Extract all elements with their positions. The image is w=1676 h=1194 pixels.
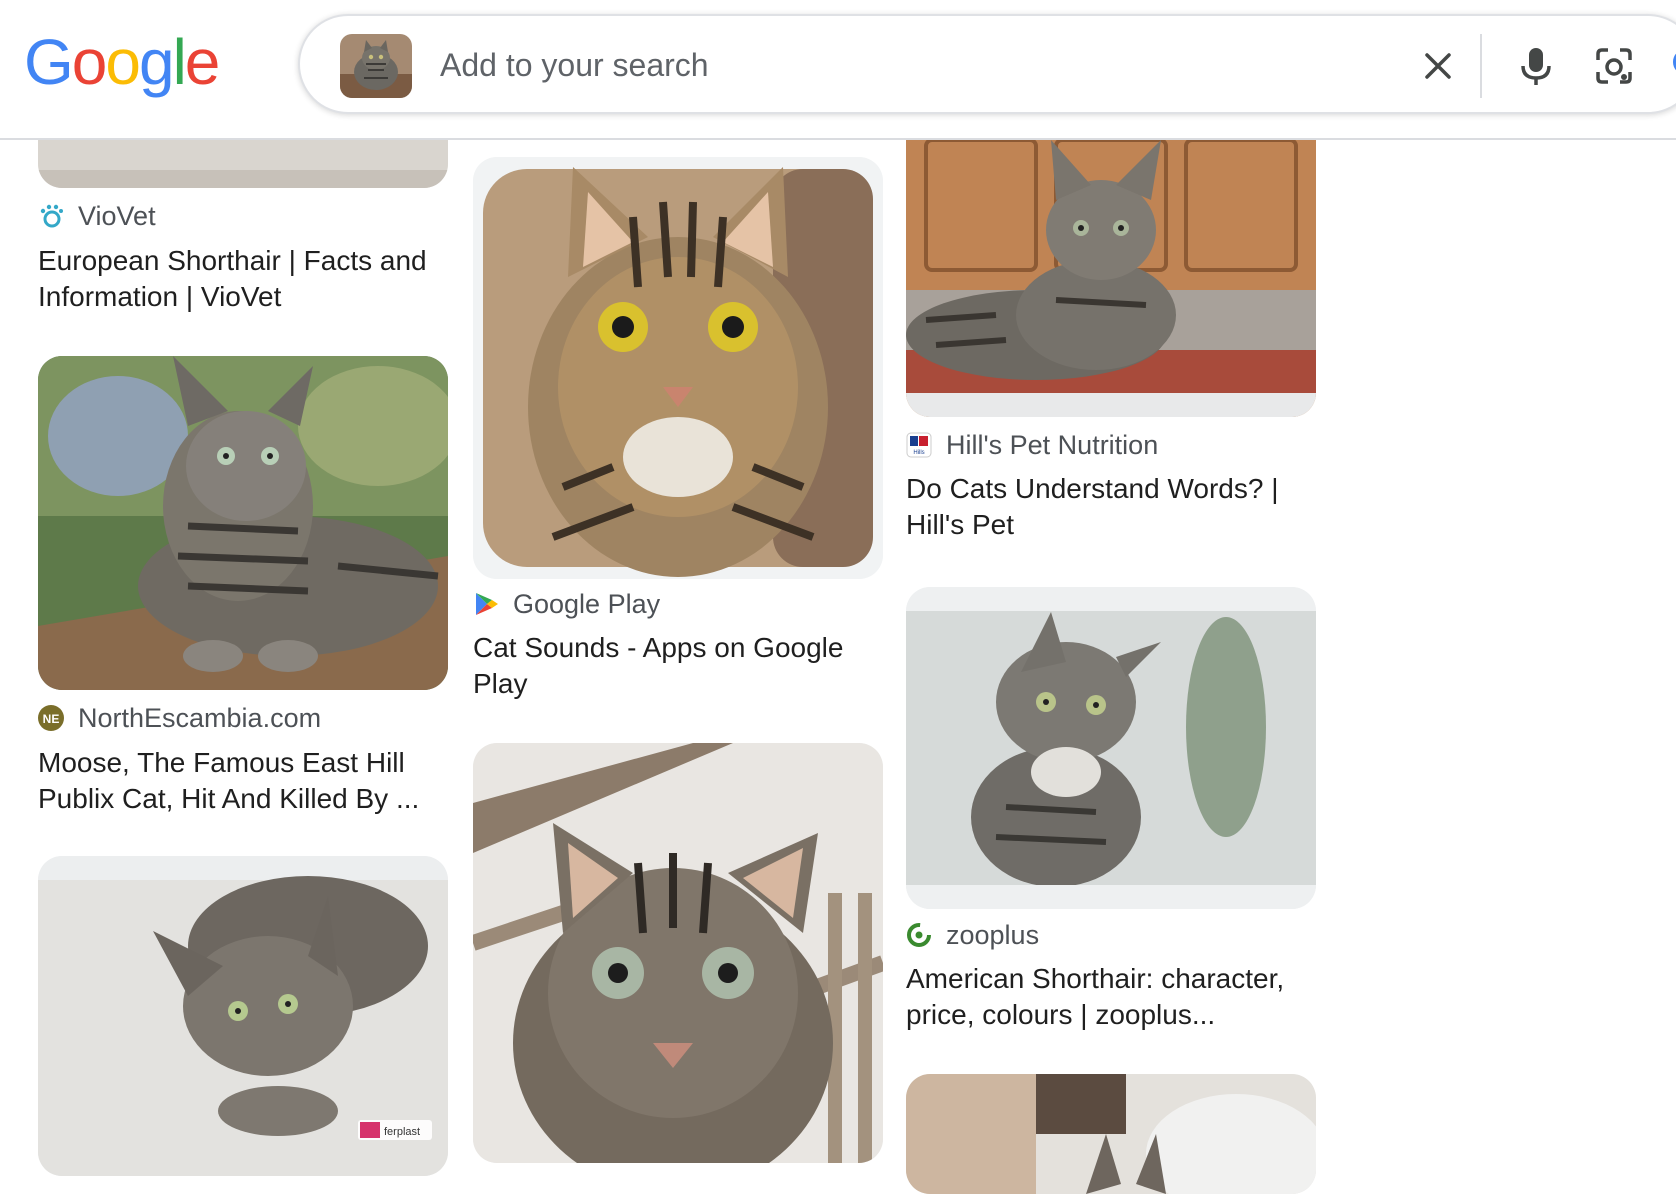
result-source-name: VioVet	[78, 200, 156, 231]
result-source[interactable]: NE NorthEscambia.com	[38, 700, 321, 736]
voice-search-button[interactable]	[1508, 38, 1564, 94]
result-source[interactable]: VioVet	[38, 198, 156, 234]
zooplus-icon	[907, 923, 931, 947]
microphone-icon	[1521, 48, 1551, 85]
result-source-name: zooplus	[946, 919, 1040, 950]
logo-letter: G	[24, 26, 74, 98]
search-submit-button[interactable]	[1662, 38, 1676, 94]
search-icon	[1673, 53, 1676, 71]
result-image[interactable]	[473, 157, 883, 579]
logo-letter: e	[184, 26, 221, 98]
google-logo[interactable]: Google	[24, 26, 221, 98]
result-image[interactable]	[473, 743, 883, 1163]
result-image[interactable]	[906, 587, 1316, 909]
result-source[interactable]: Hills Hill's Pet Nutrition	[906, 427, 1158, 463]
svg-text:NE: NE	[43, 712, 60, 726]
result-title[interactable]: Do Cats Understand Words? | Hill's Pet	[906, 471, 1316, 543]
search-by-image-button[interactable]	[1586, 38, 1642, 94]
logo-letter: l	[172, 26, 187, 98]
result-title[interactable]: European Shorthair | Facts and Informati…	[38, 243, 448, 315]
result-image[interactable]	[906, 1074, 1316, 1194]
search-header: Google	[0, 0, 1676, 140]
northescambia-ne-icon: NE	[38, 705, 64, 731]
search-box-divider	[1480, 34, 1482, 98]
result-title[interactable]: Moose, The Famous East Hill Publix Cat, …	[38, 745, 448, 817]
clear-search-button[interactable]	[1410, 38, 1466, 94]
result-image[interactable]	[38, 356, 448, 690]
result-title[interactable]: American Shorthair: character, price, co…	[906, 961, 1316, 1033]
result-source-name: Google Play	[513, 588, 661, 619]
result-image[interactable]	[906, 100, 1316, 417]
result-source-name: NorthEscambia.com	[78, 702, 322, 733]
google-play-icon	[476, 593, 498, 615]
result-source[interactable]: zooplus	[906, 917, 1039, 953]
result-source-name: Hill's Pet Nutrition	[946, 429, 1159, 460]
viovet-paw-icon	[40, 204, 63, 228]
query-image-thumbnail[interactable]	[340, 34, 412, 98]
result-source[interactable]: Google Play	[473, 586, 660, 622]
logo-letter: o	[105, 26, 141, 98]
hills-logo-icon: Hills	[906, 432, 932, 458]
close-icon	[1425, 53, 1451, 79]
svg-text:Hills: Hills	[913, 450, 924, 456]
camera-lens-icon	[1596, 48, 1632, 84]
search-input[interactable]	[438, 42, 1142, 88]
logo-letter: g	[138, 26, 175, 98]
result-image[interactable]: ferplast	[38, 856, 448, 1176]
result-title[interactable]: Cat Sounds - Apps on Google Play	[473, 630, 883, 702]
logo-letter: o	[71, 26, 108, 98]
svg-text:ferplast: ferplast	[384, 1126, 420, 1138]
search-box[interactable]	[298, 14, 1676, 114]
